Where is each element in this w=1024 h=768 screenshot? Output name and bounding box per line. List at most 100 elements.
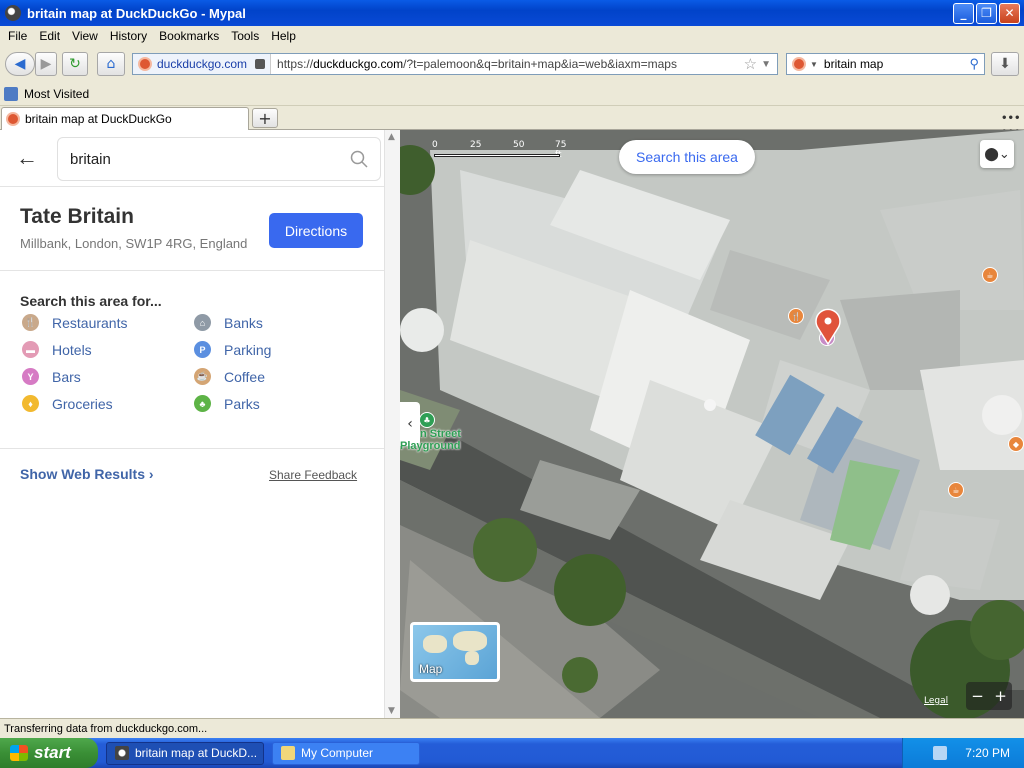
category-label: Coffee: [224, 368, 265, 385]
menu-history[interactable]: History: [104, 29, 153, 43]
menu-view[interactable]: View: [66, 29, 104, 43]
share-feedback-link[interactable]: Share Feedback: [269, 468, 357, 482]
desktop-screen: britain map at DuckDuckGo - Mypal _ ❐ ✕ …: [0, 0, 1024, 768]
search-engine-icon[interactable]: [792, 57, 806, 71]
category-parking[interactable]: P Parking: [194, 341, 271, 358]
close-button[interactable]: ✕: [999, 2, 1020, 24]
category-label: Parks: [224, 395, 260, 412]
locate-me-button[interactable]: ⬤⌄: [980, 140, 1014, 168]
search-area-title: Search this area for...: [20, 293, 162, 309]
category-restaurants[interactable]: 🍴 Restaurants: [22, 314, 127, 331]
bars-icon: Y: [22, 368, 39, 385]
tab-britain-map[interactable]: britain map at DuckDuckGo: [1, 107, 249, 130]
show-web-results-link[interactable]: Show Web Results ›: [20, 466, 154, 482]
url-prefix: https://: [277, 57, 314, 71]
close-icon: ✕: [1004, 6, 1015, 20]
map-search-value: britain: [70, 150, 111, 168]
category-label: Groceries: [52, 395, 113, 412]
url-bar[interactable]: duckduckgo.com https://duckduckgo.com/?t…: [132, 53, 778, 75]
download-arrow-icon: ⬇: [999, 56, 1011, 72]
reload-button[interactable]: ↻: [62, 52, 88, 76]
menu-help[interactable]: Help: [265, 29, 302, 43]
back-button[interactable]: ◀: [5, 52, 35, 76]
maptype-land-shape-2: [453, 631, 487, 651]
search-bar[interactable]: ▼ britain map ⚲: [786, 53, 985, 75]
category-banks[interactable]: ⌂ Banks: [194, 314, 263, 331]
hotels-icon: ▬: [22, 341, 39, 358]
bookmark-most-visited[interactable]: Most Visited: [24, 87, 89, 101]
search-icon[interactable]: ⚲: [969, 56, 979, 72]
menu-edit[interactable]: Edit: [33, 29, 66, 43]
restaurants-icon: 🍴: [22, 314, 39, 331]
taskbar-item-my-computer[interactable]: My Computer: [272, 741, 420, 765]
category-parks[interactable]: ♣ Parks: [194, 395, 260, 412]
category-coffee[interactable]: ☕ Coffee: [194, 368, 265, 385]
street-label-line-1: n Street: [420, 428, 461, 440]
bookmark-star-icon[interactable]: ☆: [744, 55, 757, 73]
forward-button[interactable]: ▶: [35, 52, 57, 76]
downloads-button[interactable]: ⬇: [991, 52, 1019, 76]
minimize-button[interactable]: _: [953, 2, 974, 24]
legal-link[interactable]: Legal: [924, 696, 948, 706]
menu-tools[interactable]: Tools: [225, 29, 265, 43]
tab-strip: britain map at DuckDuckGo + ∙∙∙∙∙∙: [0, 106, 1024, 138]
engine-dropdown-icon[interactable]: ▼: [810, 60, 818, 69]
parking-icon: P: [194, 341, 211, 358]
restore-icon: ❐: [981, 6, 992, 20]
sidebar-scrollbar[interactable]: ▲ ▼: [384, 130, 400, 718]
url-rest: /?t=palemoon&q=britain+map&ia=web&iaxm=m…: [403, 57, 677, 71]
search-input[interactable]: britain map: [824, 57, 970, 71]
category-groceries[interactable]: ♦ Groceries: [22, 395, 113, 412]
start-button[interactable]: start: [0, 738, 98, 768]
category-label: Parking: [224, 341, 272, 358]
place-card: Tate Britain Millbank, London, SW1P 4RG,…: [0, 187, 384, 271]
taskbar-item-browser[interactable]: britain map at DuckD...: [106, 741, 264, 765]
map-scale: 0 25 50 75 ft: [430, 140, 566, 160]
most-visited-icon: [4, 86, 18, 101]
url-text[interactable]: https://duckduckgo.com/?t=palemoon&q=bri…: [271, 57, 744, 71]
clock[interactable]: 7:20 PM: [965, 746, 1010, 760]
coffee-poi-icon[interactable]: ☕: [982, 267, 998, 283]
menu-bookmarks[interactable]: Bookmarks: [153, 29, 225, 43]
coffee-poi-icon-2[interactable]: ☕: [948, 482, 964, 498]
search-this-area-button[interactable]: Search this area: [619, 140, 755, 174]
place-address: Millbank, London, SW1P 4RG, England: [20, 236, 248, 251]
category-label: Hotels: [52, 341, 92, 358]
category-hotels[interactable]: ▬ Hotels: [22, 341, 92, 358]
zoom-out-button[interactable]: −: [971, 687, 984, 705]
chevron-right-icon: ›: [148, 466, 154, 482]
scale-label-1: 25: [470, 140, 482, 150]
network-tray-icon[interactable]: [933, 746, 948, 760]
directions-button[interactable]: Directions: [269, 213, 363, 248]
selected-location-pin-icon[interactable]: [814, 308, 842, 346]
map-sidebar: ← britain Tate Britain Millbank, London,…: [0, 130, 384, 718]
restaurant-poi-icon[interactable]: 🍴: [788, 308, 804, 324]
map-search-row: ← britain: [0, 130, 384, 187]
sidebar-footer: Show Web Results › Share Feedback: [0, 449, 384, 499]
aerial-map[interactable]: 0 25 50 75 ft Search this area ⬤⌄ ‹ ♣ n …: [400, 130, 1024, 718]
home-button[interactable]: ⌂: [97, 52, 125, 76]
scroll-down-icon[interactable]: ▼: [388, 706, 395, 716]
new-tab-button[interactable]: +: [252, 108, 278, 128]
zoom-in-button[interactable]: +: [994, 687, 1007, 705]
map-type-toggle[interactable]: Map: [410, 622, 500, 682]
url-dropdown-icon[interactable]: ▼: [761, 59, 771, 70]
magnifier-icon[interactable]: [350, 150, 368, 168]
back-arrow-icon: ◀: [14, 56, 26, 72]
window-title: britain map at DuckDuckGo - Mypal: [27, 5, 246, 21]
groceries-icon: ♦: [22, 395, 39, 412]
site-identity[interactable]: duckduckgo.com: [133, 54, 272, 74]
restore-button[interactable]: ❐: [976, 2, 997, 24]
back-arrow-icon[interactable]: ←: [16, 146, 38, 170]
menu-bar: File Edit View History Bookmarks Tools H…: [0, 26, 1024, 46]
category-bars[interactable]: Y Bars: [22, 368, 81, 385]
map-search-input[interactable]: britain: [57, 137, 381, 181]
window-titlebar: britain map at DuckDuckGo - Mypal _ ❐ ✕: [0, 0, 1024, 26]
tab-favicon-icon: [6, 112, 20, 126]
scroll-up-icon[interactable]: ▲: [388, 132, 395, 142]
shop-poi-icon[interactable]: ◆: [1008, 436, 1024, 452]
menu-file[interactable]: File: [2, 29, 33, 43]
park-poi-icon[interactable]: ♣: [419, 412, 435, 428]
place-name: Tate Britain: [20, 205, 134, 228]
category-label: Bars: [52, 368, 81, 385]
